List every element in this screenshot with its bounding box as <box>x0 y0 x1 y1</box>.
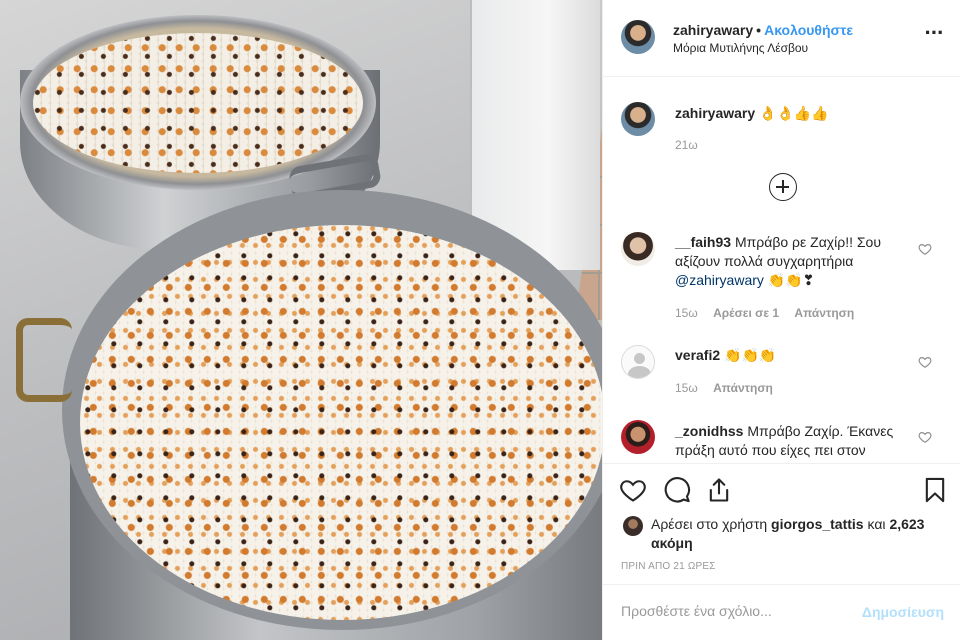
comment-username[interactable]: verafi2 <box>675 347 720 363</box>
comment-like-heart-icon[interactable] <box>918 242 932 256</box>
add-comment-bar: Δημοσίευση <box>603 584 960 640</box>
separator-dot: • <box>756 22 762 38</box>
comment-username[interactable]: _zonidhss <box>675 423 743 439</box>
comment-bubble-icon[interactable] <box>663 476 691 504</box>
comment-like-heart-icon[interactable] <box>918 355 932 369</box>
likes-connector: και <box>867 516 886 532</box>
front-pot-handle <box>16 318 72 402</box>
comment-input[interactable] <box>621 603 841 619</box>
back-pot-rice <box>33 33 363 173</box>
comments-list[interactable]: zahiryawary 👌👌👍👍 21ω __faih93 Μπράβο ρε … <box>603 78 960 463</box>
caption-text: zahiryawary 👌👌👍👍 <box>675 104 915 123</box>
comment-meta: 15ω Αρέσει σε 1 Απάντηση <box>675 306 866 320</box>
comment-username[interactable]: __faih93 <box>675 234 731 250</box>
share-icon[interactable] <box>705 476 733 504</box>
caption-avatar[interactable] <box>621 102 655 136</box>
bookmark-icon[interactable] <box>921 476 949 504</box>
comment-text: verafi2 👏👏👏 <box>675 346 915 365</box>
author-username[interactable]: zahiryawary <box>673 22 753 38</box>
comment-time[interactable]: 15ω <box>675 381 698 395</box>
liker-avatar[interactable] <box>623 516 643 536</box>
comment-meta: 15ω Απάντηση <box>675 381 785 395</box>
more-options-icon[interactable]: ··· <box>924 22 945 48</box>
post-timestamp[interactable]: ΠΡΙΝ ΑΠΟ 21 ΩΡΕΣ <box>621 561 716 572</box>
comment-body: 👏👏👏 <box>724 347 777 363</box>
comment-text: _zonidhss Μπράβο Ζαχίρ. Έκανες πράξη αυτ… <box>675 422 915 460</box>
comment-mention[interactable]: @zahiryawary <box>675 272 764 288</box>
author-avatar[interactable] <box>621 20 655 54</box>
plus-circle-icon[interactable] <box>769 173 797 201</box>
caption-username[interactable]: zahiryawary <box>675 105 755 121</box>
comment-likes-count[interactable]: Αρέσει σε 1 <box>713 306 779 320</box>
comment-avatar-placeholder[interactable] <box>621 345 655 379</box>
caption-meta: 21ω <box>675 138 710 152</box>
caption-body: 👌👌👍👍 <box>759 105 829 121</box>
post-header: zahiryawary • Ακολουθήστε Μόρια Μυτιλήνης … <box>603 0 960 77</box>
comment-avatar[interactable] <box>621 232 655 266</box>
post-photo[interactable] <box>0 0 602 640</box>
likes-prefix: Αρέσει στο χρήστη <box>651 516 768 532</box>
follow-button[interactable]: Ακολουθήστε <box>764 22 853 38</box>
comment-avatar[interactable] <box>621 420 655 454</box>
front-pot-rice <box>80 225 602 620</box>
liker-username[interactable]: giorgos_tattis <box>771 516 864 532</box>
post-comment-button[interactable]: Δημοσίευση <box>862 604 944 620</box>
post-actions: Αρέσει στο χρήστη giorgos_tattis και 2,6… <box>603 463 960 583</box>
likes-text: Αρέσει στο χρήστη giorgos_tattis και 2,6… <box>651 515 941 553</box>
caption-time[interactable]: 21ω <box>675 138 698 152</box>
author-line: zahiryawary • Ακολουθήστε <box>673 22 853 38</box>
like-heart-icon[interactable] <box>619 476 647 504</box>
comment-reply-button[interactable]: Απάντηση <box>713 381 773 395</box>
comment-emoji: 👏👏❣ <box>767 272 815 288</box>
comment-time[interactable]: 15ω <box>675 306 698 320</box>
location-link[interactable]: Μόρια Μυτιλήνης Λέσβου <box>673 41 808 55</box>
comment-text: __faih93 Μπράβο ρε Ζαχίρ!! Σου αξίζουν π… <box>675 233 915 290</box>
comment-like-heart-icon[interactable] <box>918 430 932 444</box>
comment-reply-button[interactable]: Απάντηση <box>794 306 854 320</box>
post-sidebar: zahiryawary • Ακολουθήστε Μόρια Μυτιλήνης … <box>602 0 960 640</box>
